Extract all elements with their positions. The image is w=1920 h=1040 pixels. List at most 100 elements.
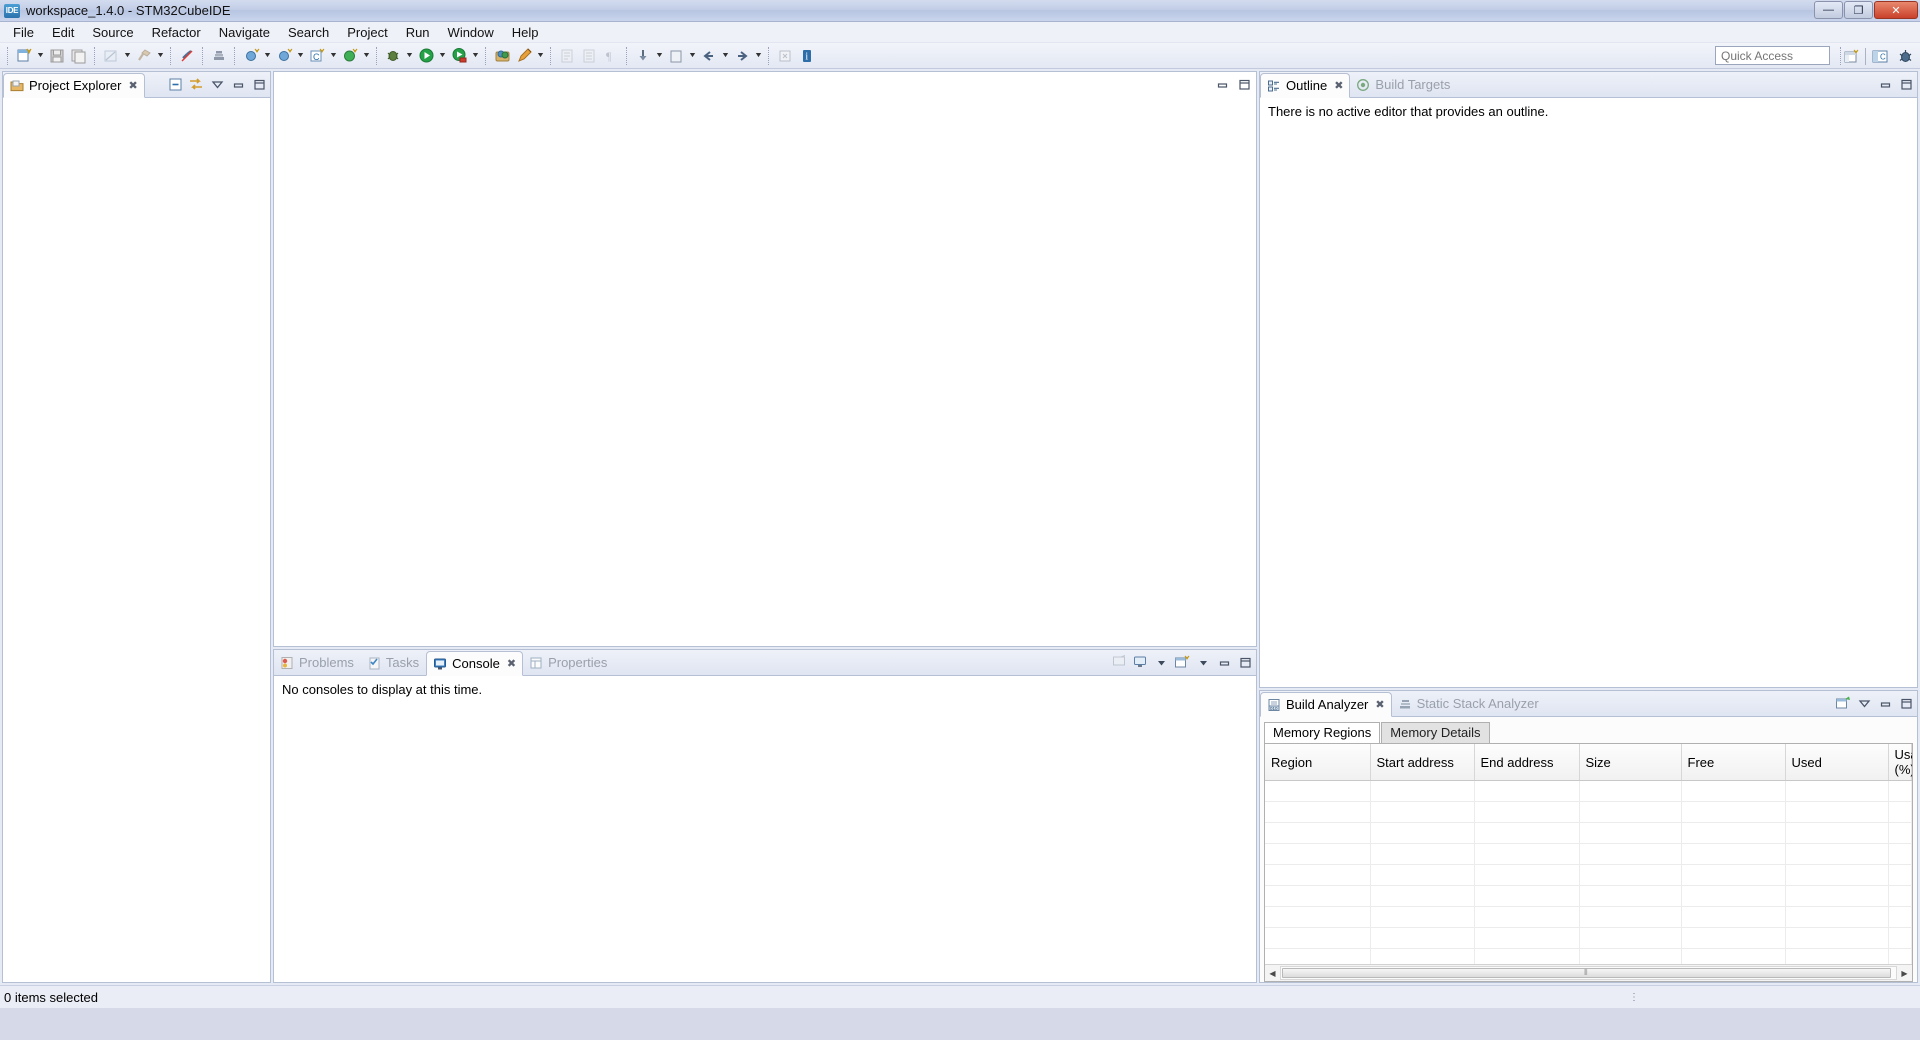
menu-edit[interactable]: Edit (43, 23, 83, 42)
new-file-dropdown-icon[interactable] (35, 45, 46, 67)
back-dropdown-icon[interactable] (720, 45, 731, 67)
editor-area[interactable] (273, 71, 1257, 647)
forward-dropdown-icon[interactable] (753, 45, 764, 67)
column-region[interactable]: Region (1265, 744, 1370, 781)
project-explorer-tree[interactable] (3, 98, 270, 982)
collapse-all-icon[interactable] (167, 76, 183, 92)
tab-build-analyzer[interactable]: 010 Build Analyzer ✖ (1260, 692, 1392, 717)
link-with-editor-icon[interactable] (1835, 695, 1851, 711)
tab-project-explorer[interactable]: Project Explorer ✖ (3, 73, 145, 98)
scrollbar-track[interactable]: ⦀ (1280, 966, 1897, 980)
minimize-icon[interactable] (1877, 695, 1893, 711)
build-hammer-icon[interactable] (133, 45, 155, 67)
open-perspective-icon[interactable] (1840, 45, 1862, 67)
maximize-icon[interactable] (1898, 695, 1914, 711)
menu-source[interactable]: Source (83, 23, 142, 42)
display-selected-console-icon[interactable] (1132, 654, 1148, 670)
tab-outline[interactable]: Outline ✖ (1260, 73, 1350, 98)
maximize-icon[interactable] (1898, 76, 1914, 92)
run-configurations-dropdown-icon[interactable] (295, 45, 306, 67)
debug-configurations-icon[interactable] (240, 45, 262, 67)
tab-static-stack-analyzer[interactable]: Static Stack Analyzer (1392, 691, 1546, 716)
show-whitespace-icon[interactable]: ¶ (600, 45, 622, 67)
table-row[interactable] (1265, 823, 1912, 844)
display-dropdown-icon[interactable] (1153, 654, 1169, 670)
tab-build-targets[interactable]: Build Targets (1350, 72, 1457, 97)
build-all-icon[interactable] (208, 45, 230, 67)
tab-memory-regions[interactable]: Memory Regions (1264, 722, 1380, 743)
menu-navigate[interactable]: Navigate (210, 23, 279, 42)
tab-problems[interactable]: Problems (274, 650, 361, 675)
scrollbar-thumb[interactable]: ⦀ (1282, 968, 1891, 978)
run-dropdown-icon[interactable] (437, 45, 448, 67)
maximize-icon[interactable] (1236, 76, 1252, 92)
debug-configurations-dropdown-icon[interactable] (262, 45, 273, 67)
debug-bug-icon[interactable] (382, 45, 404, 67)
memory-regions-table-body[interactable] (1265, 781, 1912, 965)
no-link-icon[interactable] (176, 45, 198, 67)
new-c-project-icon[interactable]: C (306, 45, 328, 67)
table-row[interactable] (1265, 844, 1912, 865)
table-row[interactable] (1265, 865, 1912, 886)
new-c-project-dropdown-icon[interactable] (328, 45, 339, 67)
tab-tasks[interactable]: Tasks (361, 650, 426, 675)
table-row[interactable] (1265, 802, 1912, 823)
menu-file[interactable]: File (4, 23, 43, 42)
column-end-address[interactable]: End address (1474, 744, 1579, 781)
new-console-view-icon[interactable] (1174, 654, 1190, 670)
tab-properties[interactable]: Properties (523, 650, 614, 675)
status-resize-grip[interactable]: ⋮ (1629, 992, 1640, 1003)
skin-pen-dropdown-icon[interactable] (535, 45, 546, 67)
new-console-dropdown-icon[interactable] (1195, 654, 1211, 670)
table-row[interactable] (1265, 781, 1912, 802)
run-last-tool-icon[interactable] (448, 45, 470, 67)
debug-dropdown-icon[interactable] (404, 45, 415, 67)
table-row[interactable] (1265, 928, 1912, 949)
new-cube-project-icon[interactable] (339, 45, 361, 67)
new-file-icon[interactable] (13, 45, 35, 67)
view-menu-icon[interactable] (209, 76, 225, 92)
minimize-icon[interactable] (230, 76, 246, 92)
maximize-icon[interactable] (1237, 654, 1253, 670)
close-icon[interactable]: ✖ (128, 79, 136, 92)
new-cube-project-dropdown-icon[interactable] (361, 45, 372, 67)
horizontal-scrollbar[interactable]: ◀ ⦀ ▶ (1265, 964, 1912, 981)
next-edit-location-icon[interactable] (632, 45, 654, 67)
memory-regions-table[interactable]: Region Start address End address Size Fr… (1265, 744, 1912, 964)
quick-access-input[interactable] (1715, 46, 1830, 65)
menu-project[interactable]: Project (338, 23, 396, 42)
next-edit-dropdown-icon[interactable] (654, 45, 665, 67)
previous-edit-dropdown-icon[interactable] (687, 45, 698, 67)
info-icon[interactable]: i (796, 45, 818, 67)
minimize-icon[interactable] (1216, 654, 1232, 670)
pin-editor-icon[interactable] (774, 45, 796, 67)
run-configurations-icon[interactable] (273, 45, 295, 67)
scroll-right-icon[interactable]: ▶ (1897, 966, 1912, 981)
save-all-icon[interactable] (68, 45, 90, 67)
build-dropdown-icon[interactable] (155, 45, 166, 67)
run-last-tool-dropdown-icon[interactable] (470, 45, 481, 67)
column-usage-percent[interactable]: Usage (%) (1888, 744, 1912, 781)
table-row[interactable] (1265, 949, 1912, 965)
tab-memory-details[interactable]: Memory Details (1381, 722, 1489, 743)
restore-window-button[interactable]: ❐ (1844, 1, 1873, 19)
debug-perspective-icon[interactable] (1894, 45, 1916, 67)
close-icon[interactable]: ✖ (1375, 698, 1383, 711)
back-icon[interactable] (698, 45, 720, 67)
column-free[interactable]: Free (1681, 744, 1785, 781)
run-icon[interactable] (415, 45, 437, 67)
skin-pen-icon[interactable] (513, 45, 535, 67)
column-size[interactable]: Size (1579, 744, 1681, 781)
print-dropdown-icon[interactable] (122, 45, 133, 67)
menu-help[interactable]: Help (503, 23, 548, 42)
next-annotation-icon[interactable] (556, 45, 578, 67)
column-start-address[interactable]: Start address (1370, 744, 1474, 781)
close-icon[interactable]: ✖ (507, 657, 515, 670)
column-used[interactable]: Used (1785, 744, 1888, 781)
forward-icon[interactable] (731, 45, 753, 67)
menu-window[interactable]: Window (439, 23, 503, 42)
print-icon[interactable] (100, 45, 122, 67)
minimize-icon[interactable] (1214, 76, 1230, 92)
link-with-editor-icon[interactable] (188, 76, 204, 92)
cdt-perspective-icon[interactable]: C (1869, 45, 1891, 67)
